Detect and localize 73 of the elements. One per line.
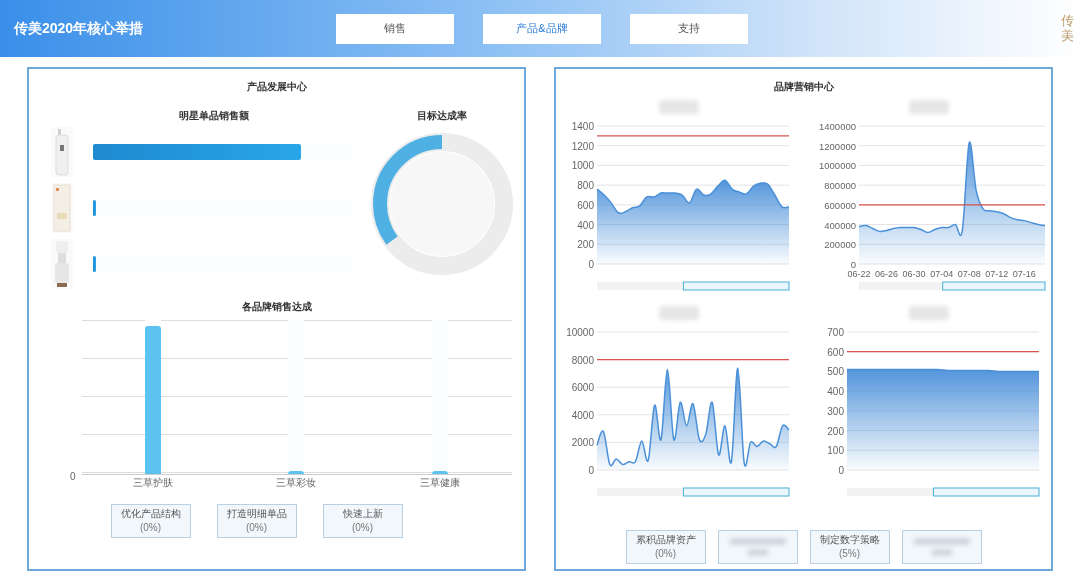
axis-label: 8000 xyxy=(571,354,594,366)
section-title: 各品牌销售达成 xyxy=(241,300,312,314)
axis-label: 三草彩妆 xyxy=(276,476,317,490)
blurred-title xyxy=(658,306,699,320)
range-slider[interactable] xyxy=(858,281,1045,291)
axis-label: 1400000 xyxy=(818,121,856,132)
axis-label: 0 xyxy=(587,259,594,270)
range-slider[interactable] xyxy=(846,487,1039,497)
axis-label: 06-26 xyxy=(874,269,898,279)
axis-label: 700 xyxy=(826,327,844,338)
axis-label: 6000 xyxy=(571,382,594,394)
section-title: 目标达成率 xyxy=(416,109,467,123)
axis-label: 200 xyxy=(826,425,844,437)
axis-label: 07-12 xyxy=(984,269,1008,279)
blurred-title xyxy=(908,100,949,114)
goal-percent: (5%) xyxy=(838,547,861,561)
logo: 传美 xyxy=(1061,14,1074,43)
axis-label: 0 xyxy=(69,470,76,484)
goal-percent: (0%) xyxy=(654,547,677,561)
axis-label: 06-22 xyxy=(847,269,870,279)
axis-label: 1200000 xyxy=(818,140,856,152)
nav-tab[interactable]: 支持 xyxy=(630,13,748,44)
axis-label: 600 xyxy=(576,199,594,211)
axis-label: 400 xyxy=(576,219,594,231)
goal-label: 快速上新 xyxy=(342,507,383,521)
axis-label: 2000 xyxy=(571,437,594,449)
axis-label: 1000000 xyxy=(818,160,856,172)
axis-label: 10000 xyxy=(565,327,594,338)
axis-label: 07-04 xyxy=(929,269,953,279)
axis-label: 07-08 xyxy=(957,269,981,279)
blurred-text xyxy=(729,538,786,545)
axis-label: 0 xyxy=(850,259,856,270)
axis-label: 600000 xyxy=(823,199,856,211)
blurred-text xyxy=(913,538,970,545)
axis-label: 200 xyxy=(576,239,594,251)
blurred-title xyxy=(658,100,699,114)
axis-label: 1200 xyxy=(571,140,594,152)
axis-label: 三草健康 xyxy=(419,476,460,490)
range-slider[interactable] xyxy=(596,487,789,497)
section-title: 明星单品销售额 xyxy=(179,109,249,123)
goal-percent: (0%) xyxy=(351,521,374,535)
range-slider[interactable] xyxy=(596,281,789,291)
axis-label: 500 xyxy=(826,366,844,378)
axis-label: 200000 xyxy=(823,239,856,251)
goal-label: 打造明细单品 xyxy=(226,507,287,521)
goal-label: 优化产品结构 xyxy=(120,507,181,521)
nav-tab[interactable]: 产品&品牌 xyxy=(483,13,601,44)
goal-label: 累积品牌资产 xyxy=(635,533,696,547)
axis-label: 400 xyxy=(826,386,844,398)
axis-label: 1400 xyxy=(571,121,594,132)
axis-label: 0 xyxy=(587,465,594,476)
dashboard-title: 传美2020年核心举措 xyxy=(14,19,145,38)
panel-title: 产品发展中心 xyxy=(246,80,307,94)
blurred-title xyxy=(908,306,949,320)
axis-label: 4000 xyxy=(571,409,594,421)
axis-label: 1000 xyxy=(571,160,594,172)
axis-label: 三草护肤 xyxy=(133,476,174,490)
axis-label: 07-16 xyxy=(1012,269,1036,279)
goal-label: 制定数字策略 xyxy=(819,533,880,547)
blurred-text xyxy=(747,549,768,556)
axis-label: 600 xyxy=(826,346,844,358)
blurred-text xyxy=(931,549,952,556)
goal-percent: (0%) xyxy=(245,521,268,535)
goal-percent: (0%) xyxy=(139,521,162,535)
axis-label: 06-30 xyxy=(902,269,926,279)
nav-tab[interactable]: 销售 xyxy=(336,13,454,44)
axis-label: 800000 xyxy=(823,180,856,192)
panel-title: 品牌营销中心 xyxy=(773,80,834,94)
axis-label: 300 xyxy=(826,405,844,417)
axis-label: 0 xyxy=(837,465,844,476)
axis-label: 400000 xyxy=(823,219,856,231)
axis-label: 100 xyxy=(826,445,844,457)
axis-label: 800 xyxy=(576,180,594,192)
